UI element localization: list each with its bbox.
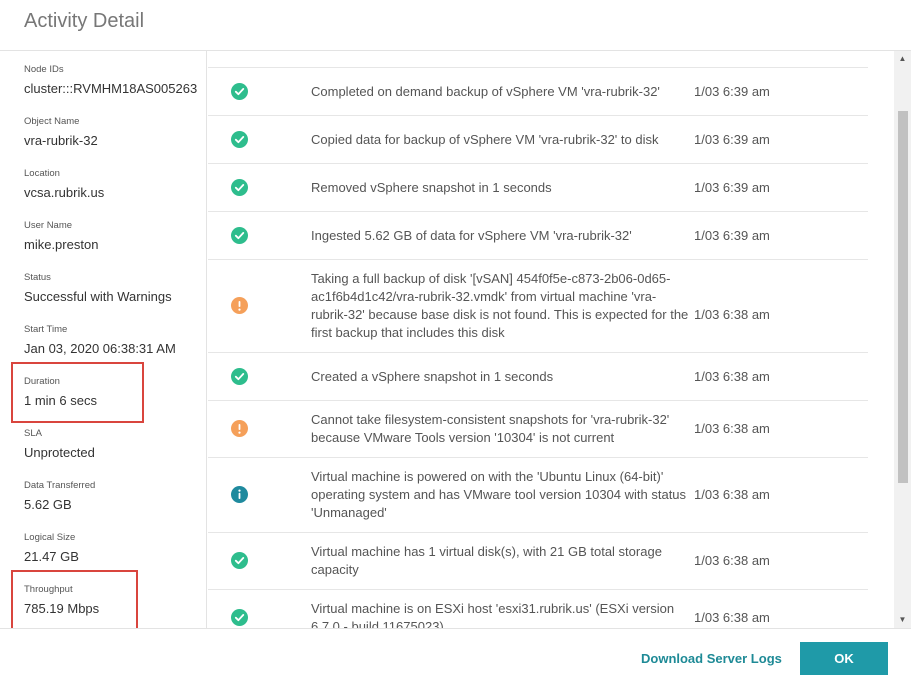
event-message: Taking a full backup of disk '[vSAN] 454… bbox=[311, 271, 689, 340]
field-value: vra-rubrik-32 bbox=[24, 133, 98, 148]
event-time: 1/03 6:38 am bbox=[694, 610, 770, 625]
field-value: Successful with Warnings bbox=[24, 289, 172, 304]
event-time: 1/03 6:38 am bbox=[694, 307, 770, 322]
event-row: Created a vSphere snapshot in 1 seconds … bbox=[208, 353, 868, 401]
scroll-up-arrow-icon[interactable]: ▲ bbox=[894, 53, 911, 65]
field-data-transferred: Data Transferred 5.62 GB bbox=[24, 480, 204, 513]
event-row: Removed vSphere snapshot in 1 seconds 1/… bbox=[208, 164, 868, 212]
field-logical-size: Logical Size 21.47 GB bbox=[24, 532, 204, 565]
field-status: Status Successful with Warnings bbox=[24, 272, 204, 305]
field-value: 5.62 GB bbox=[24, 497, 72, 512]
field-value: 21.47 GB bbox=[24, 549, 79, 564]
event-time: 1/03 6:38 am bbox=[694, 369, 770, 384]
field-label: Object Name bbox=[24, 116, 80, 127]
check-circle-icon bbox=[231, 179, 248, 196]
check-circle-icon bbox=[231, 227, 248, 244]
info-circle-icon bbox=[231, 486, 248, 503]
event-message: Virtual machine has 1 virtual disk(s), w… bbox=[311, 544, 662, 577]
event-time: 1/03 6:39 am bbox=[694, 228, 770, 243]
ok-button[interactable]: OK bbox=[800, 642, 888, 675]
event-message: Copied data for backup of vSphere VM 'vr… bbox=[311, 132, 659, 147]
event-row: Virtual machine has 1 virtual disk(s), w… bbox=[208, 533, 868, 590]
event-row-partial bbox=[208, 51, 868, 68]
event-message: Completed on demand backup of vSphere VM… bbox=[311, 84, 660, 99]
event-message: Virtual machine is powered on with the '… bbox=[311, 469, 687, 520]
event-time: 1/03 6:38 am bbox=[694, 553, 770, 568]
scroll-down-arrow-icon[interactable]: ▼ bbox=[894, 614, 911, 626]
event-message: Virtual machine is on ESXi host 'esxi31.… bbox=[311, 601, 675, 628]
event-message: Ingested 5.62 GB of data for vSphere VM … bbox=[311, 228, 632, 243]
dialog-footer: Download Server Logs OK bbox=[0, 628, 911, 675]
event-row: Virtual machine is on ESXi host 'esxi31.… bbox=[208, 590, 868, 628]
event-time: 1/03 6:39 am bbox=[694, 180, 770, 195]
event-row: Ingested 5.62 GB of data for vSphere VM … bbox=[208, 212, 868, 260]
dialog-header: Activity Detail bbox=[0, 0, 911, 51]
warning-circle-icon bbox=[231, 297, 248, 314]
field-location: Location vcsa.rubrik.us bbox=[24, 168, 204, 201]
download-server-logs-button[interactable]: Download Server Logs bbox=[641, 651, 782, 666]
event-row: Taking a full backup of disk '[vSAN] 454… bbox=[208, 260, 868, 353]
dialog-body: Node IDs cluster:::RVMHM18AS005263 Objec… bbox=[0, 51, 911, 628]
vertical-scrollbar[interactable]: ▲ ▼ bbox=[894, 51, 911, 628]
field-start-time: Start Time Jan 03, 2020 06:38:31 AM bbox=[24, 324, 204, 357]
field-label: Data Transferred bbox=[24, 480, 96, 491]
scroll-thumb[interactable] bbox=[898, 111, 908, 483]
check-circle-icon bbox=[231, 83, 248, 100]
field-label: Start Time bbox=[24, 324, 68, 335]
event-time: 1/03 6:38 am bbox=[694, 487, 770, 502]
event-list[interactable]: Completed on demand backup of vSphere VM… bbox=[208, 51, 868, 628]
field-value: Unprotected bbox=[24, 445, 95, 460]
field-node-ids: Node IDs cluster:::RVMHM18AS005263 bbox=[24, 64, 204, 97]
event-message: Created a vSphere snapshot in 1 seconds bbox=[311, 369, 554, 384]
event-row: Completed on demand backup of vSphere VM… bbox=[208, 68, 868, 116]
event-row: Virtual machine is powered on with the '… bbox=[208, 458, 868, 533]
field-value: Jan 03, 2020 06:38:31 AM bbox=[24, 341, 176, 356]
event-time: 1/03 6:39 am bbox=[694, 132, 770, 147]
event-time: 1/03 6:38 am bbox=[694, 421, 770, 436]
warning-circle-icon bbox=[231, 420, 248, 437]
field-value: vcsa.rubrik.us bbox=[24, 185, 105, 200]
duration-highlight-box bbox=[11, 362, 144, 423]
throughput-highlight-box bbox=[11, 570, 138, 628]
event-message: Removed vSphere snapshot in 1 seconds bbox=[311, 180, 552, 195]
check-circle-icon bbox=[231, 609, 248, 626]
dialog-title: Activity Detail bbox=[24, 10, 145, 32]
details-sidebar: Node IDs cluster:::RVMHM18AS005263 Objec… bbox=[0, 51, 207, 628]
field-user-name: User Name mike.preston bbox=[24, 220, 204, 253]
field-label: SLA bbox=[24, 428, 42, 439]
field-value: mike.preston bbox=[24, 237, 99, 252]
event-message: Cannot take filesystem-consistent snapsh… bbox=[311, 412, 670, 445]
field-sla: SLA Unprotected bbox=[24, 428, 204, 461]
check-circle-icon bbox=[231, 368, 248, 385]
event-row: Cannot take filesystem-consistent snapsh… bbox=[208, 401, 868, 458]
field-object-name: Object Name vra-rubrik-32 bbox=[24, 116, 204, 149]
field-label: Location bbox=[24, 168, 60, 179]
field-label: Logical Size bbox=[24, 532, 76, 543]
check-circle-icon bbox=[231, 552, 248, 569]
field-value: cluster:::RVMHM18AS005263 bbox=[24, 81, 198, 96]
field-label: User Name bbox=[24, 220, 73, 231]
field-label: Node IDs bbox=[24, 64, 64, 75]
check-circle-icon bbox=[231, 131, 248, 148]
event-row: Copied data for backup of vSphere VM 'vr… bbox=[208, 116, 868, 164]
event-time: 1/03 6:39 am bbox=[694, 84, 770, 99]
field-label: Status bbox=[24, 272, 51, 283]
activity-detail-dialog: Activity Detail Node IDs cluster:::RVMHM… bbox=[0, 0, 911, 675]
